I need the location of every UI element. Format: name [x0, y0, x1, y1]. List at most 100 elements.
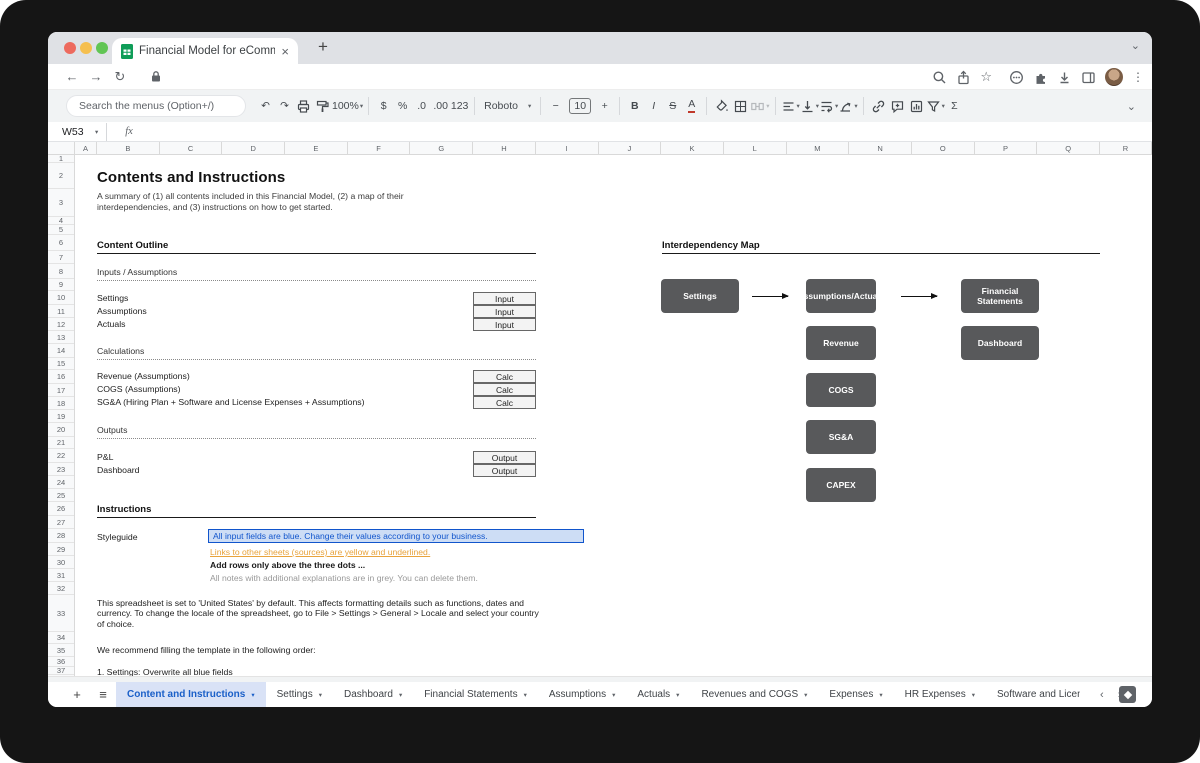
row-header[interactable]: 14 [48, 344, 74, 358]
horizontal-align-icon[interactable]: ▾ [781, 95, 800, 117]
row-header[interactable]: 21 [48, 437, 74, 449]
column-header[interactable]: D [222, 142, 285, 155]
row-header[interactable]: 32 [48, 582, 74, 595]
all-sheets-button[interactable]: ≡ [90, 687, 116, 702]
row-header[interactable]: 25 [48, 489, 74, 502]
avatar[interactable] [1105, 68, 1123, 86]
sheet-tab-assumptions[interactable]: Assumptions▾ [538, 682, 627, 707]
row-header[interactable]: 13 [48, 331, 74, 344]
column-header[interactable]: A [75, 142, 97, 155]
vertical-align-icon[interactable]: ▾ [800, 95, 819, 117]
format-percent-button[interactable]: % [393, 95, 412, 117]
select-all-corner[interactable] [48, 142, 75, 155]
increase-font-size-button[interactable]: + [595, 95, 614, 117]
row-header[interactable]: 37 [48, 667, 74, 675]
sheet-tab-content-and-instructions[interactable]: Content and Instructions▾ [116, 682, 266, 707]
row-header[interactable]: 20 [48, 423, 74, 437]
column-header[interactable]: E [285, 142, 348, 155]
scroll-tabs-left-icon[interactable]: ‹ [1100, 689, 1104, 701]
share-icon[interactable] [956, 70, 971, 85]
row-header[interactable]: 29 [48, 543, 74, 556]
bold-button[interactable]: B [625, 95, 644, 117]
column-header[interactable]: O [912, 142, 975, 155]
row-header[interactable]: 23 [48, 463, 74, 476]
row-header[interactable]: 4 [48, 217, 74, 225]
sidepanel-icon[interactable] [1081, 70, 1096, 85]
close-window-button[interactable] [64, 42, 76, 54]
row-header[interactable]: 12 [48, 318, 74, 331]
row-header[interactable]: 24 [48, 476, 74, 489]
sheet-tab-financial-statements[interactable]: Financial Statements▾ [413, 682, 538, 707]
column-header[interactable]: J [599, 142, 662, 155]
column-header[interactable]: P [975, 142, 1038, 155]
italic-button[interactable]: I [644, 95, 663, 117]
insert-comment-icon[interactable] [888, 95, 907, 117]
row-header[interactable]: 33 [48, 595, 74, 632]
row-header[interactable]: 18 [48, 397, 74, 410]
increase-decimal-button[interactable]: .00 [431, 95, 450, 117]
row-header[interactable]: 22 [48, 449, 74, 463]
column-header[interactable]: B [97, 142, 160, 155]
row-header[interactable]: 27 [48, 516, 74, 529]
column-header[interactable]: I [536, 142, 599, 155]
sheet-tab-hr-expenses[interactable]: HR Expenses▾ [894, 682, 986, 707]
toolbar-collapse-chevron-icon[interactable]: ⌄ [1127, 100, 1136, 113]
menu-search-input[interactable]: Search the menus (Option+/) [66, 95, 246, 117]
column-header[interactable]: F [348, 142, 411, 155]
text-rotation-icon[interactable]: ▾ [838, 95, 857, 117]
fill-color-icon[interactable] [712, 95, 731, 117]
column-header[interactable]: C [160, 142, 223, 155]
functions-button[interactable]: Σ [945, 95, 964, 117]
filter-icon[interactable]: ▾ [926, 95, 945, 117]
cell-reference-box[interactable]: W53 [48, 126, 94, 138]
redo-icon[interactable]: ↷ [275, 95, 294, 117]
row-header[interactable]: 16 [48, 370, 74, 384]
sheet-tab-software-and-license[interactable]: Software and License [986, 682, 1080, 707]
styleguide-link-note[interactable]: Links to other sheets (sources) are yell… [210, 547, 430, 557]
insert-link-icon[interactable] [869, 95, 888, 117]
column-header[interactable]: N [849, 142, 912, 155]
text-color-button[interactable]: A [688, 99, 695, 112]
row-header[interactable]: 3 [48, 189, 74, 217]
column-header[interactable]: L [724, 142, 787, 155]
row-header[interactable]: 8 [48, 264, 74, 279]
font-size-input[interactable]: 10 [569, 98, 591, 114]
lock-icon[interactable] [150, 70, 162, 83]
strikethrough-button[interactable]: S [663, 95, 682, 117]
decrease-font-size-button[interactable]: − [546, 95, 565, 117]
row-header[interactable]: 30 [48, 556, 74, 569]
menu-icon[interactable]: ⋮ [1132, 70, 1144, 84]
row-header[interactable]: 5 [48, 225, 74, 235]
column-header[interactable]: K [661, 142, 724, 155]
row-header[interactable]: 34 [48, 632, 74, 644]
row-header[interactable]: 26 [48, 502, 74, 516]
row-header[interactable]: 7 [48, 251, 74, 264]
back-button[interactable]: ← [60, 69, 84, 84]
insert-chart-icon[interactable] [907, 95, 926, 117]
close-tab-icon[interactable]: × [281, 45, 289, 58]
extension-pin-icon[interactable] [1119, 686, 1136, 703]
sheet-tab-settings[interactable]: Settings▾ [266, 682, 333, 707]
zoom-select[interactable]: 100%▾ [332, 95, 363, 117]
borders-icon[interactable] [731, 95, 750, 117]
row-header[interactable]: 1 [48, 155, 74, 163]
sheet-tab-revenues-and-cogs[interactable]: Revenues and COGS▾ [690, 682, 818, 707]
row-header[interactable]: 17 [48, 384, 74, 397]
row-header[interactable]: 9 [48, 279, 74, 291]
column-header[interactable]: R [1100, 142, 1152, 155]
print-icon[interactable] [294, 95, 313, 117]
row-header[interactable]: 28 [48, 529, 74, 543]
paint-format-icon[interactable] [313, 95, 332, 117]
tab-list-chevron-icon[interactable]: ⌄ [1131, 39, 1140, 52]
row-header[interactable]: 31 [48, 569, 74, 582]
column-header[interactable]: G [410, 142, 473, 155]
sheet-tab-expenses[interactable]: Expenses▾ [818, 682, 893, 707]
font-select[interactable]: Roboto▾ [480, 95, 535, 117]
row-header[interactable]: 19 [48, 410, 74, 423]
text-wrap-icon[interactable]: ▾ [819, 95, 838, 117]
caret-icon[interactable]: ▾ [95, 128, 98, 136]
more-formats-button[interactable]: 123 [450, 95, 469, 117]
decrease-decimal-button[interactable]: .0 [412, 95, 431, 117]
sheet-tab-dashboard[interactable]: Dashboard▾ [333, 682, 413, 707]
row-header[interactable]: 35 [48, 644, 74, 657]
